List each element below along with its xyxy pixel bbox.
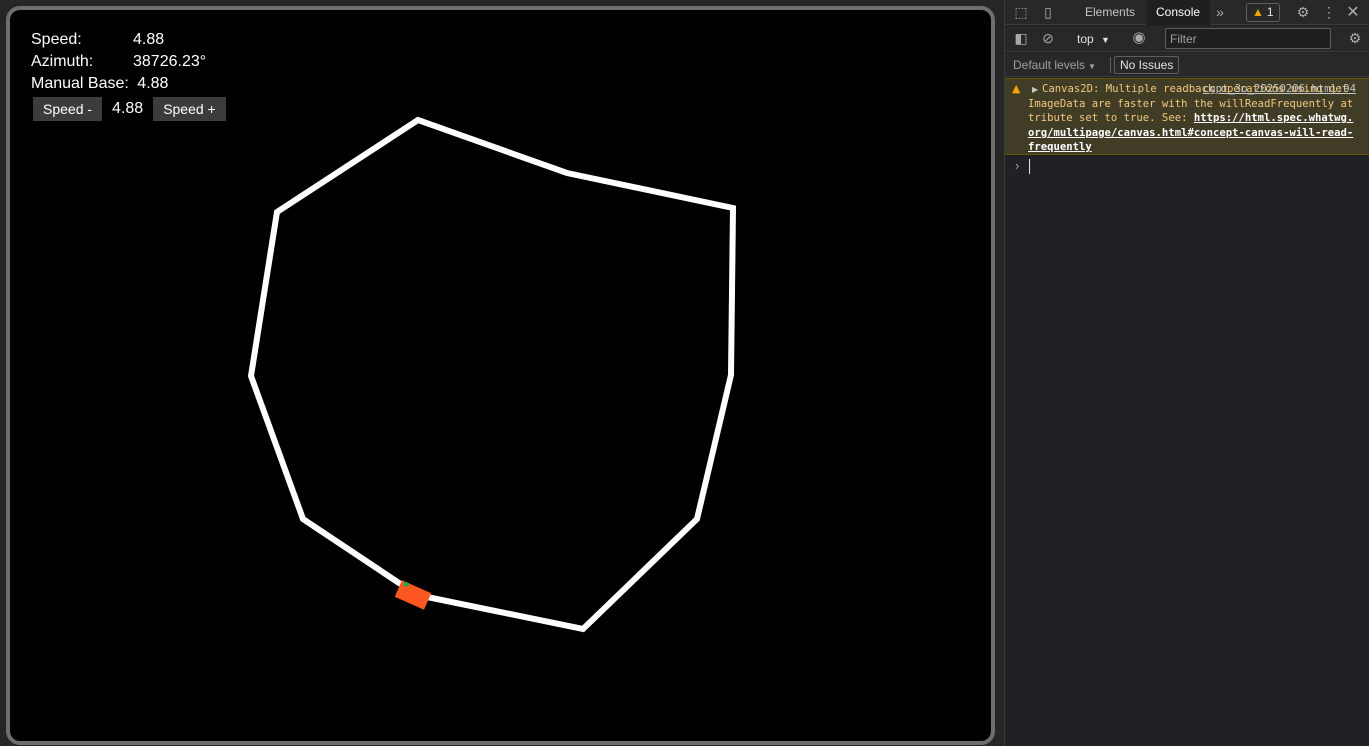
more-tabs-icon[interactable]: »	[1211, 0, 1229, 25]
console-input-cursor[interactable]	[1029, 159, 1030, 174]
settings-gear-icon[interactable]: ⚙	[1293, 0, 1313, 25]
toolbar-divider	[1110, 57, 1111, 73]
tab-elements[interactable]: Elements	[1075, 0, 1145, 25]
log-levels-dropdown[interactable]: Default levels ▼	[1013, 57, 1096, 75]
track-outline	[247, 116, 737, 633]
warning-source-link[interactable]: cgpt_3o_20250206.html:94	[1203, 82, 1356, 97]
console-prompt-icon: ›	[1015, 158, 1020, 173]
warning-count-badge[interactable]: ▲ 1	[1246, 3, 1280, 22]
page-viewport: Speed: 4.88 Azimuth: 38726.23° Manual Ba…	[0, 0, 1004, 746]
warning-icon: ▲	[1012, 82, 1021, 95]
azimuth-value: 38726.23°	[133, 53, 207, 70]
close-devtools-icon[interactable]: ✕	[1343, 0, 1363, 25]
console-warning-message: ▲ ▶ Canvas2D: Multiple readback operatio…	[1005, 78, 1369, 155]
log-levels-label: Default levels	[1013, 58, 1086, 72]
more-options-icon[interactable]: ⋮	[1321, 0, 1337, 25]
live-expression-eye-icon[interactable]: ◉	[1128, 26, 1150, 50]
hud-azimuth-row: Azimuth: 38726.23°	[31, 52, 206, 72]
manual-base-value: 4.88	[137, 75, 169, 92]
speed-plus-button[interactable]: Speed +	[153, 97, 226, 121]
speed-minus-button[interactable]: Speed -	[33, 97, 103, 121]
hud-panel: Speed: 4.88 Azimuth: 38726.23° Manual Ba…	[20, 18, 234, 126]
speed-value: 4.88	[133, 31, 165, 48]
warning-count: 1	[1266, 5, 1274, 19]
console-filter-input[interactable]	[1165, 28, 1331, 49]
manual-base-label: Manual Base:	[31, 75, 129, 92]
context-value: top	[1077, 32, 1094, 46]
console-toolbar: ◧ ⊘ top ▼ ◉ ⚙	[1005, 26, 1369, 52]
azimuth-label: Azimuth:	[31, 53, 94, 70]
console-settings-gear-icon[interactable]: ⚙	[1345, 26, 1365, 50]
chevron-down-icon: ▼	[1088, 62, 1096, 71]
hud-speed-row: Speed: 4.88	[31, 30, 164, 50]
game-canvas[interactable]: Speed: 4.88 Azimuth: 38726.23° Manual Ba…	[6, 6, 995, 745]
warning-icon: ▲	[1252, 5, 1264, 19]
console-levels-bar: Default levels ▼ No Issues	[1005, 53, 1369, 77]
device-toolbar-icon[interactable]: ▯	[1037, 0, 1059, 25]
context-selector[interactable]: top ▼	[1077, 30, 1110, 48]
speed-display: 4.88	[112, 100, 144, 117]
speed-controls: Speed - 4.88 Speed +	[33, 97, 226, 121]
speed-label: Speed:	[31, 31, 82, 48]
devtools-tabbar: ⬚ ▯ Elements Console » ▲ 1 ⚙ ⋮ ✕	[1005, 0, 1369, 25]
chevron-down-icon: ▼	[1101, 35, 1110, 45]
clear-console-icon[interactable]: ⊘	[1038, 26, 1058, 50]
inspect-element-icon[interactable]: ⬚	[1011, 0, 1031, 25]
hud-manual-base-row: Manual Base: 4.88	[31, 74, 168, 94]
car	[394, 580, 432, 610]
devtools-panel: ⬚ ▯ Elements Console » ▲ 1 ⚙ ⋮ ✕ ◧ ⊘ top …	[1004, 0, 1369, 746]
sidebar-toggle-icon[interactable]: ◧	[1011, 26, 1031, 50]
tab-console[interactable]: Console	[1146, 0, 1211, 25]
issues-button[interactable]: No Issues	[1114, 56, 1180, 74]
